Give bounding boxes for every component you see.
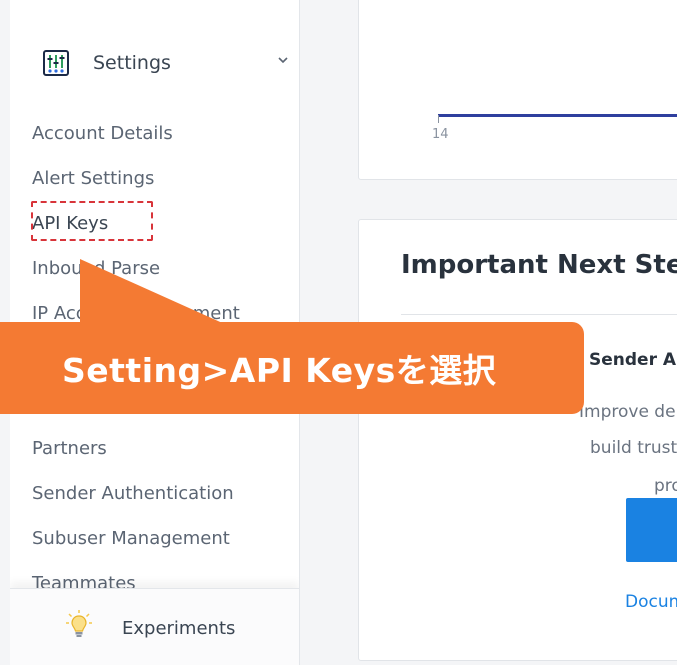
sender-auth-description-line2: build trust	[590, 438, 677, 458]
divider	[401, 314, 677, 315]
settings-section-toggle[interactable]: Settings	[43, 48, 293, 78]
sidebar-item-account-details[interactable]: Account Details	[32, 122, 173, 146]
chart-x-tick-label: 14	[432, 127, 449, 142]
sidebar-item-partners[interactable]: Partners	[32, 437, 107, 461]
stats-chart-card	[358, 0, 677, 180]
sidebar-item-sender-authentication[interactable]: Sender Authentication	[32, 482, 234, 506]
chart-x-tick	[438, 115, 439, 123]
api-keys-highlight-box	[31, 201, 153, 241]
next-steps-card: Important Next Steps Sender Authenticati…	[358, 219, 677, 661]
settings-label: Settings	[93, 52, 171, 74]
documentation-link[interactable]: Documentation	[625, 592, 677, 612]
chevron-down-icon	[278, 57, 288, 64]
sender-auth-description-line1: Improve deliverability	[579, 402, 677, 422]
chart-series-line	[438, 114, 677, 117]
lightbulb-icon	[66, 610, 92, 637]
callout-text: Setting>API Keysを選択	[62, 351, 497, 390]
sidebar-item-alert-settings[interactable]: Alert Settings	[32, 167, 154, 191]
sender-auth-cta-button[interactable]	[626, 498, 677, 562]
next-steps-title: Important Next Steps	[401, 250, 677, 280]
settings-sliders-icon	[43, 50, 69, 76]
sender-auth-description-line3: pro	[654, 476, 677, 496]
sidebar-item-inbound-parse[interactable]: Inbound Parse	[32, 257, 160, 281]
instruction-callout: Setting>API Keysを選択	[0, 322, 584, 414]
experiments-footer[interactable]: Experiments	[10, 588, 299, 665]
experiments-label: Experiments	[122, 618, 236, 639]
sidebar-item-subuser-management[interactable]: Subuser Management	[32, 527, 230, 551]
sender-auth-title: Sender Authentication	[589, 350, 677, 370]
